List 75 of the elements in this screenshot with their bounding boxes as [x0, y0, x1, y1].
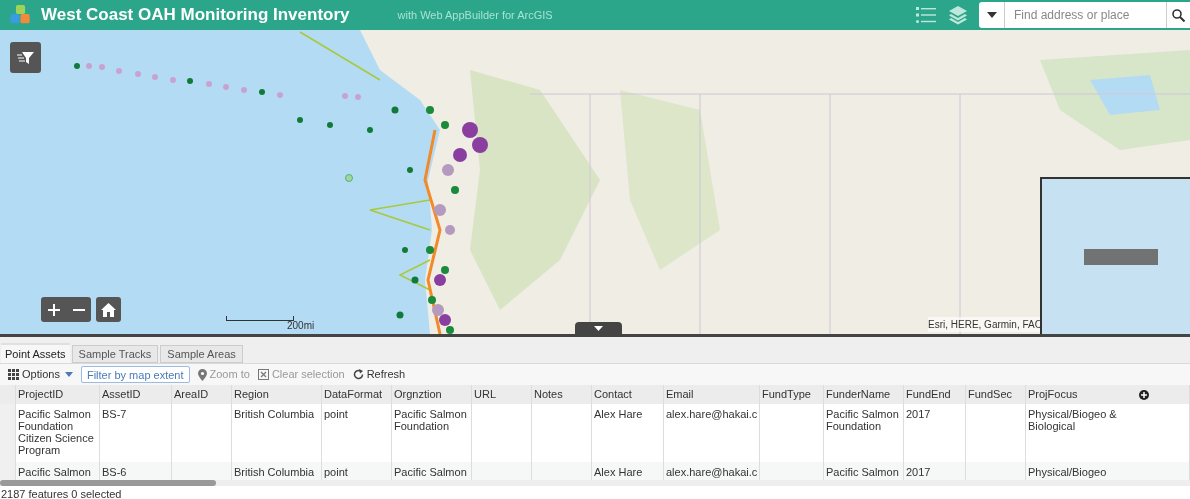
minus-icon: [72, 308, 85, 311]
table-cell: [966, 462, 1026, 480]
table-cell: Pacific Salmon Foundation Citizen Science Program: [16, 404, 100, 462]
map-pin-icon: [197, 368, 207, 381]
home-icon: [101, 302, 116, 317]
table-cell: Pacific Salmon: [824, 462, 904, 480]
plus-icon: [47, 303, 60, 316]
table-cell: Pacific Salmon Foundation: [392, 404, 472, 462]
panel-toggle-handle[interactable]: [575, 322, 622, 334]
table-cell: point: [322, 404, 392, 462]
filter-icon: [17, 50, 34, 65]
refresh-button[interactable]: Refresh: [352, 364, 406, 385]
column-header[interactable]: Contact: [592, 385, 664, 404]
cubes-logo-icon: [9, 4, 32, 26]
table-tab[interactable]: Sample Tracks: [71, 345, 159, 363]
table-tab[interactable]: Point Assets: [1, 343, 70, 363]
grid-icon: [8, 369, 19, 380]
caret-icon: [64, 372, 73, 377]
table-cell: 2017: [904, 404, 966, 462]
table-cell: BS-6: [100, 462, 172, 480]
column-header[interactable]: URL: [472, 385, 532, 404]
filter-button[interactable]: [10, 42, 41, 73]
table-cell: 2017: [904, 462, 966, 480]
horizontal-scrollbar[interactable]: [0, 480, 1190, 486]
table-cell: [760, 462, 824, 480]
add-column-icon: [1139, 389, 1149, 400]
table-cell: British Columbia: [232, 462, 322, 480]
filter-by-extent-button[interactable]: Filter by map extent: [80, 366, 190, 383]
app-title: West Coast OAH Monitoring Inventory: [41, 4, 350, 27]
scale-bar: [226, 316, 294, 321]
table-cell: BS-7: [100, 404, 172, 462]
home-button[interactable]: [96, 297, 121, 322]
feature-count: 2187 features 0 selected: [1, 487, 122, 499]
search-button[interactable]: [1166, 2, 1190, 28]
table-cell: Alex Hare: [592, 462, 664, 480]
column-header[interactable]: ProjFocus: [1026, 385, 1190, 404]
table-cell: alex.hare@hakai.c: [664, 404, 760, 462]
column-header[interactable]: Region: [232, 385, 322, 404]
layers-icon: [948, 5, 968, 25]
column-header[interactable]: ProjectID: [16, 385, 100, 404]
column-header[interactable]: FundType: [760, 385, 824, 404]
close-icon: [257, 369, 269, 380]
list-icon: [916, 6, 936, 24]
column-header[interactable]: AssetID: [100, 385, 172, 404]
caret-icon: [594, 325, 603, 331]
column-header[interactable]: DataFormat: [322, 385, 392, 404]
column-header[interactable]: FundEnd: [904, 385, 966, 404]
search-field[interactable]: Find address or place: [1005, 2, 1166, 28]
caret-icon: [986, 12, 997, 18]
table-cell: Physical/Biogeo: [1026, 462, 1190, 480]
table-cell: [532, 462, 592, 480]
column-header[interactable]: Orgnztion: [392, 385, 472, 404]
options-menu-button[interactable]: Options: [8, 364, 73, 385]
table-tab[interactable]: Sample Areas: [160, 345, 243, 363]
table-cell: [172, 462, 232, 480]
search-source-dropdown[interactable]: [979, 2, 1005, 28]
column-header[interactable]: AreaID: [172, 385, 232, 404]
table-cell: Alex Hare: [592, 404, 664, 462]
table-cell: alex.hare@hakai.c: [664, 462, 760, 480]
table-cell: British Columbia: [232, 404, 322, 462]
column-header[interactable]: Email: [664, 385, 760, 404]
table-cell: [472, 462, 532, 480]
table-cell: Pacific Salmon: [392, 462, 472, 480]
table-cell: Physical/Biogeo & Biological: [1026, 404, 1190, 462]
refresh-icon: [352, 369, 364, 380]
scale-label: 200mi: [287, 319, 315, 333]
column-header[interactable]: FundSec: [966, 385, 1026, 404]
table-cell: point: [322, 462, 392, 480]
scrollbar-thumb[interactable]: [0, 480, 216, 486]
column-header[interactable]: FunderName: [824, 385, 904, 404]
column-header[interactable]: Notes: [532, 385, 592, 404]
table-cell: Pacific Salmon Foundation: [824, 404, 904, 462]
table-cell: Pacific Salmon: [16, 462, 100, 480]
app-subtitle: with Web AppBuilder for ArcGIS: [397, 7, 553, 23]
search-icon: [1172, 8, 1185, 22]
